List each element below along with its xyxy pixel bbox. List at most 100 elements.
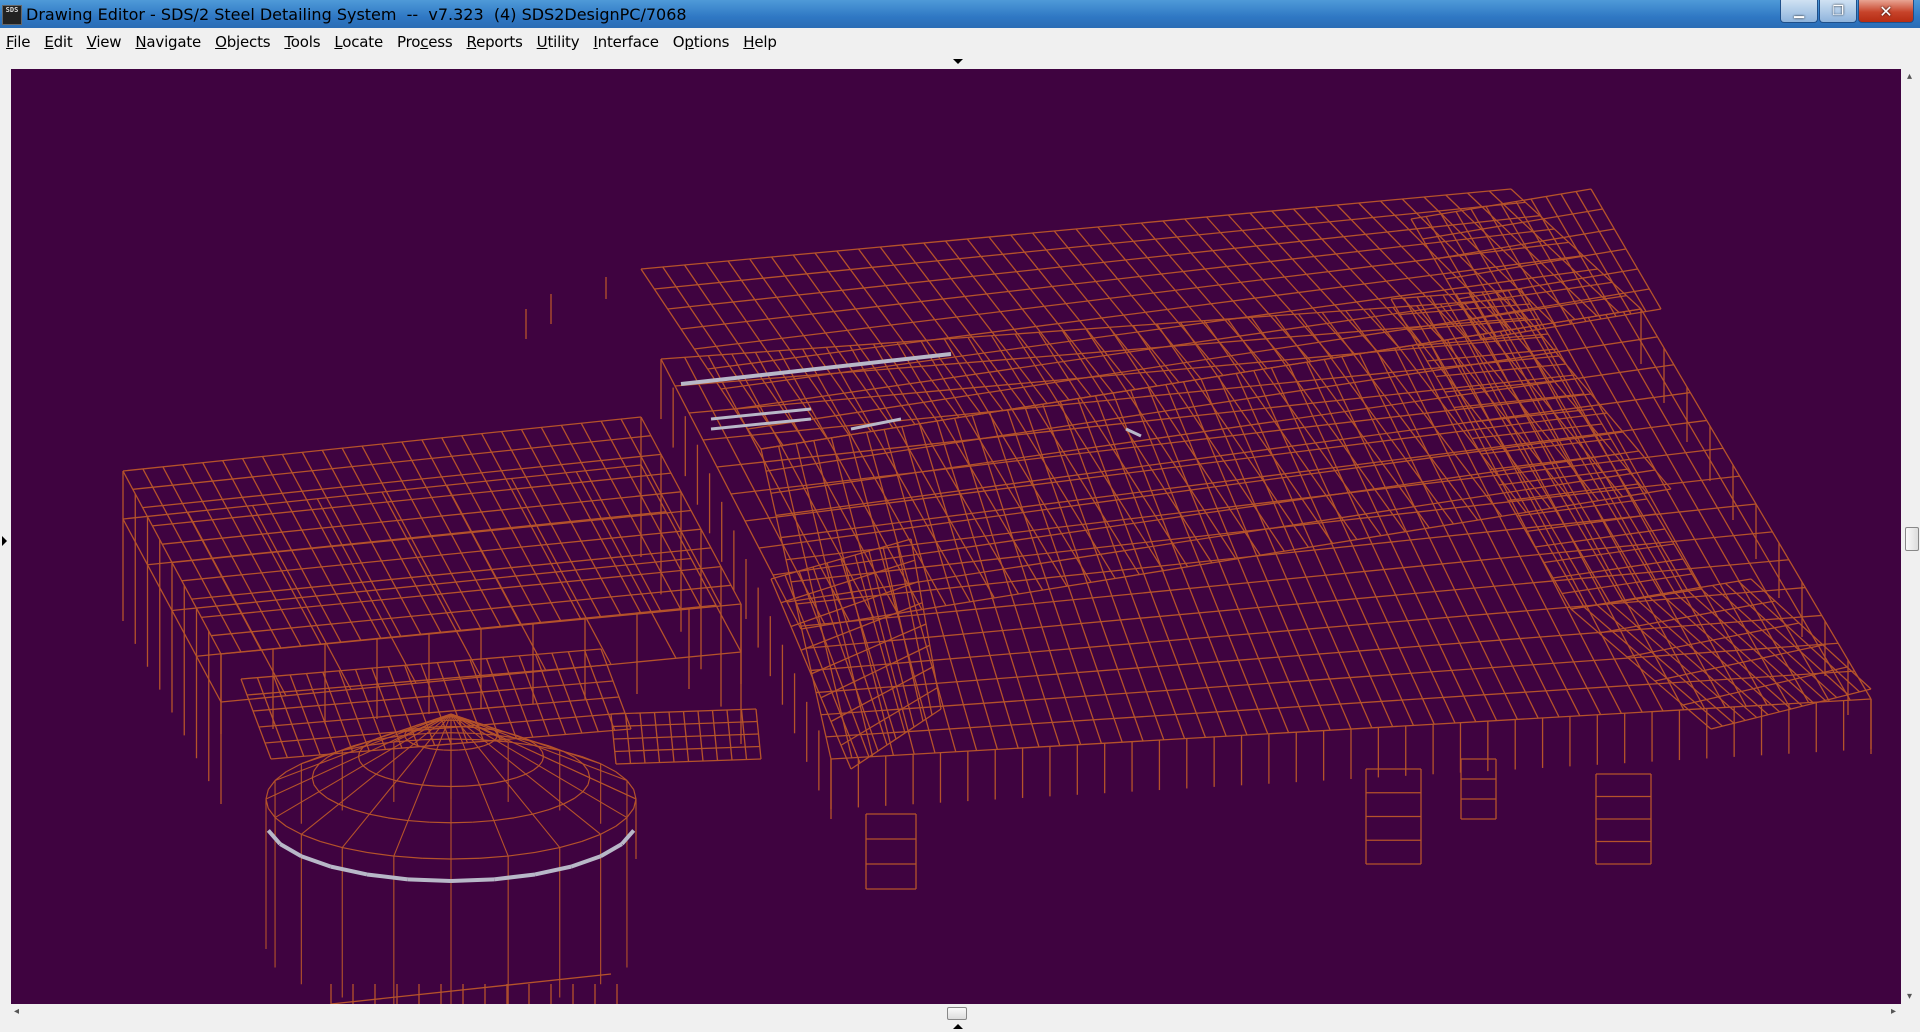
steel-member[interactable] (320, 840, 343, 849)
menu-item-help[interactable]: Help (737, 28, 782, 56)
steel-member[interactable] (626, 780, 635, 790)
scroll-down-arrow-icon[interactable]: ▾ (1907, 991, 1912, 1002)
steel-member[interactable] (375, 773, 386, 779)
steel-member[interactable] (800, 488, 1672, 630)
steel-member[interactable] (548, 803, 564, 811)
steel-member[interactable] (479, 782, 494, 786)
steel-member[interactable] (538, 760, 543, 767)
steel-member[interactable] (850, 708, 942, 770)
steel-member[interactable] (483, 743, 489, 747)
steel-member[interactable] (338, 803, 354, 811)
steel-member[interactable] (534, 654, 567, 735)
steel-member[interactable] (122, 464, 642, 520)
close-button[interactable]: ✕ (1858, 0, 1914, 23)
scroll-left-arrow-icon[interactable]: ◂ (14, 1006, 19, 1017)
menu-item-navigate[interactable]: Navigate (129, 28, 207, 56)
menu-item-file[interactable]: File (0, 28, 36, 56)
steel-member[interactable] (357, 756, 361, 762)
steel-member[interactable] (300, 854, 332, 869)
steel-member[interactable] (422, 857, 452, 860)
steel-member[interactable] (488, 741, 493, 745)
steel-member[interactable] (152, 472, 672, 527)
steel-member[interactable] (582, 784, 589, 793)
steel-member[interactable] (513, 813, 533, 819)
steel-member[interactable] (494, 737, 498, 741)
left-splitter-arrow-icon[interactable] (2, 536, 7, 546)
steel-member[interactable] (654, 201, 1526, 290)
steel-member[interactable] (330, 973, 612, 1004)
steel-member[interactable] (404, 737, 408, 741)
steel-member[interactable] (707, 255, 1584, 370)
steel-member[interactable] (246, 664, 608, 696)
steel-member[interactable] (408, 782, 423, 786)
steel-member[interactable] (274, 817, 287, 827)
steel-member[interactable] (171, 557, 692, 612)
steel-member[interactable] (393, 855, 423, 859)
steel-member[interactable] (574, 791, 584, 799)
steel-member[interactable] (559, 840, 582, 849)
steel-member[interactable] (338, 670, 370, 752)
steel-member[interactable] (191, 547, 712, 600)
steel-member[interactable] (581, 833, 601, 842)
steel-member[interactable] (1119, 224, 1246, 373)
top-splitter-arrow-icon[interactable] (953, 59, 963, 64)
steel-member[interactable] (516, 773, 527, 779)
scroll-up-arrow-icon[interactable]: ▴ (1907, 71, 1912, 82)
steel-member[interactable] (330, 864, 368, 877)
steel-member[interactable] (409, 741, 414, 745)
steel-member[interactable] (359, 760, 364, 767)
scroll-right-arrow-icon[interactable]: ▸ (1891, 1006, 1896, 1017)
steel-member[interactable] (313, 784, 320, 793)
steel-member[interactable] (532, 808, 550, 815)
steel-member[interactable] (465, 784, 480, 787)
steel-member[interactable] (493, 872, 536, 882)
steel-member[interactable] (366, 851, 394, 857)
steel-member[interactable] (387, 817, 409, 822)
menu-item-tools[interactable]: Tools (278, 28, 326, 56)
steel-member[interactable] (142, 453, 662, 509)
steel-member[interactable] (785, 447, 1724, 561)
steel-member[interactable] (181, 528, 702, 582)
steel-member[interactable] (301, 756, 321, 765)
steel-member[interactable] (1622, 599, 1758, 719)
steel-member[interactable] (471, 721, 479, 724)
steel-member[interactable] (450, 738, 480, 741)
steel-member[interactable] (472, 819, 494, 823)
steel-member[interactable] (196, 604, 717, 657)
steel-member[interactable] (267, 780, 276, 790)
steel-member[interactable] (396, 780, 410, 784)
steel-member[interactable] (267, 808, 276, 818)
steel-member[interactable] (485, 658, 518, 739)
steel-member[interactable] (615, 817, 628, 827)
steel-member[interactable] (1206, 216, 1334, 359)
steel-member[interactable] (780, 419, 1707, 539)
steel-member[interactable] (727, 260, 850, 436)
steel-member[interactable] (305, 673, 338, 754)
steel-member[interactable] (352, 808, 370, 815)
steel-member[interactable] (408, 819, 430, 823)
steel-member[interactable] (599, 842, 623, 858)
steel-member[interactable] (1249, 212, 1378, 352)
steel-member[interactable] (1561, 573, 1693, 595)
steel-member[interactable] (1462, 408, 1594, 424)
horizontal-scroll-thumb[interactable] (947, 1007, 967, 1020)
menu-item-utility[interactable]: Utility (531, 28, 586, 56)
steel-member[interactable] (505, 777, 517, 782)
steel-member[interactable] (423, 721, 431, 724)
steel-member[interactable] (1271, 210, 1400, 348)
steel-member[interactable] (533, 765, 540, 771)
steel-member[interactable] (429, 732, 452, 734)
steel-member[interactable] (423, 746, 431, 750)
steel-member[interactable] (836, 250, 960, 418)
steel-member[interactable] (534, 846, 560, 854)
steel-member[interactable] (479, 855, 509, 859)
minimize-button[interactable]: ▁ (1780, 0, 1818, 23)
steel-member[interactable] (436, 719, 444, 722)
steel-member[interactable] (600, 763, 617, 773)
menu-item-edit[interactable]: Edit (38, 28, 78, 56)
maximize-button[interactable]: ❐ (1819, 0, 1857, 23)
vertical-scrollbar[interactable]: ▴ ▾ (1902, 69, 1920, 1004)
steel-member[interactable] (240, 678, 272, 760)
steel-member[interactable] (620, 829, 636, 846)
steel-member[interactable] (450, 857, 480, 860)
